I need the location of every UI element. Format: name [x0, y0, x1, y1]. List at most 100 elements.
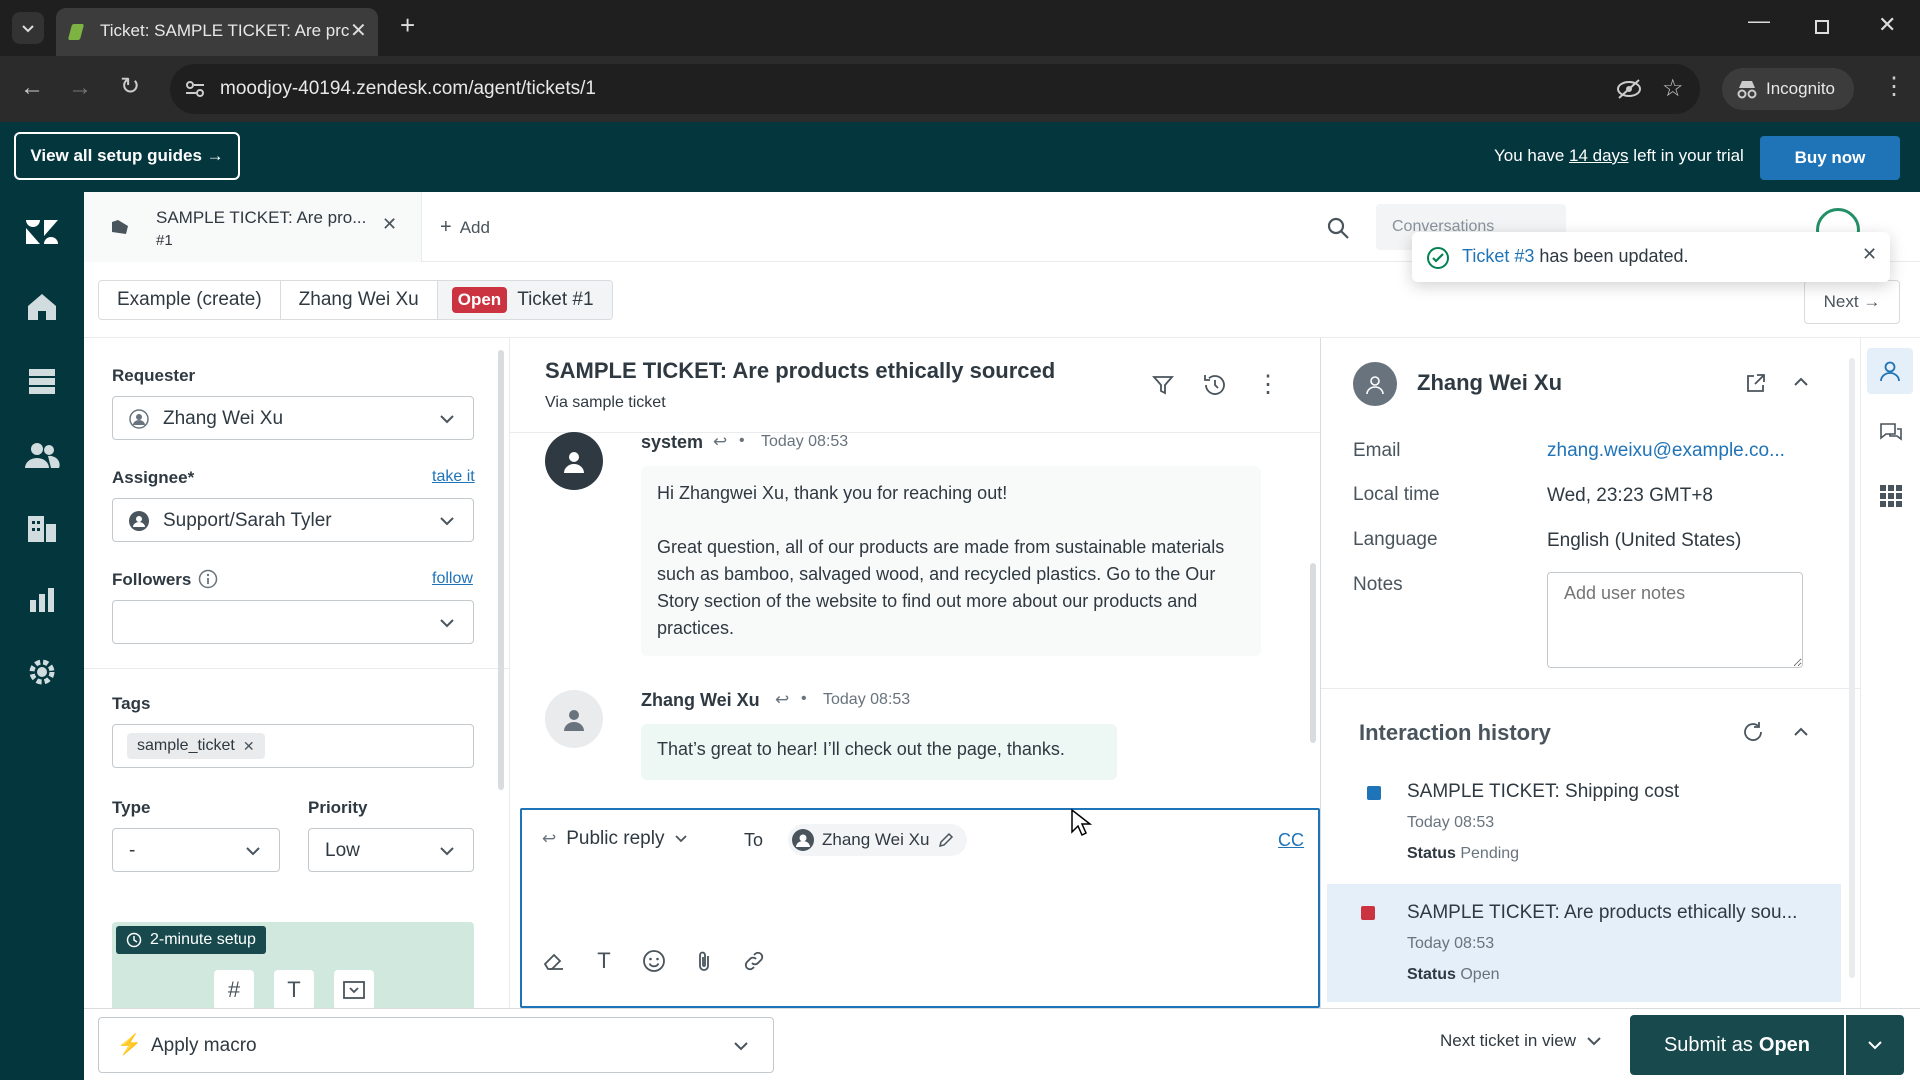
toast-ticket-link[interactable]: Ticket #3 — [1462, 246, 1534, 266]
type-select[interactable]: - — [112, 828, 280, 872]
close-toast-icon[interactable]: ✕ — [1862, 244, 1877, 265]
reply-icon: ↩ — [542, 829, 557, 848]
bookmark-star-icon[interactable]: ☆ — [1662, 74, 1684, 103]
context-scrollbar[interactable] — [1849, 358, 1855, 978]
notes-label: Notes — [1353, 574, 1403, 595]
take-it-link[interactable]: take it — [432, 468, 475, 486]
dropdown-field-icon — [334, 970, 374, 1008]
browser-toolbar: ← → ↻ moodjoy-40194.zendesk.com/agent/ti… — [0, 56, 1920, 122]
admin-settings-icon[interactable] — [26, 656, 58, 688]
reload-icon[interactable]: ↻ — [120, 72, 140, 101]
conversation-scrollbar[interactable] — [1310, 563, 1316, 743]
address-bar[interactable]: moodjoy-40194.zendesk.com/agent/tickets/… — [170, 64, 1700, 114]
ticket-channel: Via sample ticket — [545, 394, 666, 411]
ticket-tab-icon — [112, 220, 128, 234]
reply-mode-dropdown[interactable]: ↩ Public reply — [542, 828, 688, 850]
history-item-selected[interactable]: SAMPLE TICKET: Are products ethically so… — [1327, 884, 1841, 1002]
browser-tab[interactable]: Ticket: SAMPLE TICKET: Are prc ✕ — [56, 8, 378, 56]
knowledge-chat-icon[interactable] — [1879, 422, 1903, 444]
follow-link[interactable]: follow — [432, 570, 473, 588]
breadcrumb-ticket[interactable]: Open Ticket #1 — [437, 281, 612, 319]
views-icon[interactable] — [26, 366, 58, 396]
message-time: Today 08:53 — [761, 433, 849, 450]
zendesk-logo-icon[interactable] — [24, 218, 60, 246]
refresh-icon[interactable] — [1741, 720, 1765, 744]
properties-scrollbar[interactable] — [498, 350, 504, 790]
history-icon[interactable] — [1202, 372, 1228, 398]
tags-field[interactable]: sample_ticket ✕ — [112, 724, 474, 768]
breadcrumb-organization[interactable]: Example (create) — [99, 281, 281, 319]
add-tab-button[interactable]: + Add — [440, 216, 490, 239]
browser-menu-icon[interactable]: ⋮ — [1882, 72, 1906, 101]
history-status-value: Open — [1460, 966, 1500, 983]
assignee-field[interactable]: Support/Sarah Tyler — [112, 498, 474, 542]
attachment-icon[interactable] — [692, 949, 716, 973]
buy-now-button[interactable]: Buy now — [1760, 136, 1900, 180]
view-setup-guides-button[interactable]: View all setup guides → — [14, 132, 240, 180]
message-time: Today 08:53 — [823, 691, 911, 708]
next-ticket-in-view-dropdown[interactable]: Next ticket in view — [1440, 1031, 1602, 1051]
apps-grid-icon[interactable] — [1879, 484, 1903, 508]
trial-days-link[interactable]: 14 days — [1569, 146, 1629, 165]
requester-field[interactable]: Zhang Wei Xu — [112, 396, 474, 440]
plus-icon: + — [440, 216, 452, 238]
site-info-icon[interactable] — [184, 79, 206, 99]
link-icon[interactable] — [742, 949, 766, 973]
recipient-name: Zhang Wei Xu — [822, 830, 930, 849]
back-icon[interactable]: ← — [20, 74, 44, 102]
apply-macro-select[interactable]: ⚡ Apply macro — [98, 1017, 774, 1073]
edit-pencil-icon[interactable] — [937, 831, 955, 849]
tab-search-button[interactable] — [12, 12, 44, 44]
message-bubble: That’s great to hear! I’ll check out the… — [641, 724, 1117, 780]
close-tab-icon[interactable]: ✕ — [350, 18, 367, 43]
email-value[interactable]: zhang.weixu@example.co... — [1547, 440, 1785, 462]
organizations-icon[interactable] — [26, 512, 58, 544]
chevron-down-icon — [440, 847, 454, 856]
reporting-icon[interactable] — [28, 586, 56, 614]
filter-icon[interactable] — [1152, 374, 1174, 396]
remove-tag-icon[interactable]: ✕ — [243, 738, 255, 755]
eraser-icon[interactable] — [542, 949, 566, 973]
home-icon[interactable] — [26, 292, 58, 322]
lightning-icon: ⚡ — [117, 1034, 142, 1056]
restore-icon[interactable] — [1815, 20, 1829, 34]
chevron-up-icon[interactable] — [1793, 376, 1809, 388]
submit-button[interactable]: Submit as Open — [1630, 1015, 1844, 1075]
agent-avatar-icon — [129, 511, 149, 531]
tag-chip[interactable]: sample_ticket ✕ — [127, 733, 265, 759]
search-icon[interactable] — [1326, 216, 1350, 240]
followers-field[interactable] — [112, 600, 474, 644]
customer-context-tab[interactable] — [1867, 348, 1913, 394]
chevron-down-icon — [675, 835, 688, 843]
history-item[interactable]: SAMPLE TICKET: Shipping cost Today 08:53… — [1327, 768, 1841, 886]
followers-label: Followers — [112, 570, 192, 589]
incognito-indicator[interactable]: Incognito — [1722, 68, 1854, 110]
cc-link[interactable]: CC — [1278, 830, 1304, 851]
conversation-panel: SAMPLE TICKET: Are products ethically so… — [510, 338, 1320, 1008]
ticket-tab[interactable]: SAMPLE TICKET: Are pro... #1 ✕ — [84, 192, 422, 262]
user-icon — [1880, 361, 1900, 382]
info-icon[interactable] — [198, 569, 218, 589]
more-options-icon[interactable]: ⋮ — [1256, 370, 1280, 399]
recipient-chip[interactable]: Zhang Wei Xu — [788, 824, 968, 856]
notes-textarea[interactable] — [1547, 572, 1803, 668]
eye-slash-icon[interactable] — [1616, 78, 1642, 100]
priority-select[interactable]: Low — [308, 828, 474, 872]
customer-name[interactable]: Zhang Wei Xu — [1417, 370, 1562, 396]
breadcrumb-requester[interactable]: Zhang Wei Xu — [281, 281, 438, 319]
close-ticket-tab-icon[interactable]: ✕ — [382, 214, 397, 235]
next-ticket-button[interactable]: Next → — [1804, 280, 1900, 324]
history-item-title: SAMPLE TICKET: Are products ethically so… — [1407, 902, 1798, 923]
user-icon — [129, 409, 149, 429]
close-window-icon[interactable]: ✕ — [1878, 12, 1896, 38]
customers-icon[interactable] — [24, 440, 60, 470]
chevron-up-icon[interactable] — [1793, 726, 1809, 738]
new-tab-icon[interactable]: + — [400, 10, 415, 41]
forward-icon[interactable]: → — [68, 74, 92, 102]
open-external-icon[interactable] — [1745, 372, 1767, 394]
reply-composer[interactable]: ↩ Public reply To Zhang Wei Xu CC T — [520, 808, 1320, 1008]
text-format-icon[interactable]: T — [592, 948, 616, 974]
submit-options-button[interactable] — [1846, 1015, 1904, 1075]
emoji-icon[interactable] — [642, 949, 666, 973]
minimize-icon[interactable]: — — [1748, 8, 1770, 34]
